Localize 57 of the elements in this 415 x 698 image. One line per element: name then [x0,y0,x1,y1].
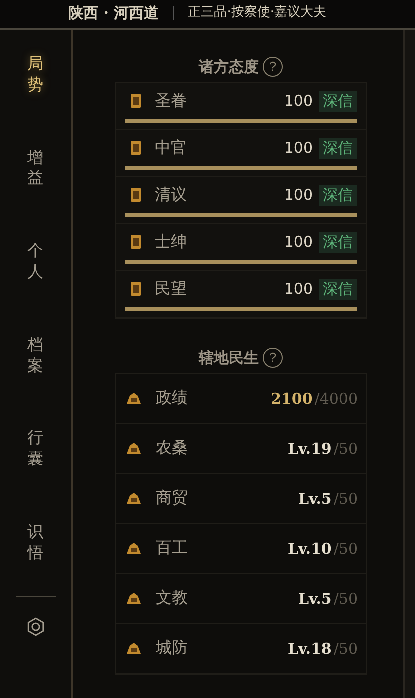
stat-value: Lv.18 [288,640,332,658]
rank-title: 正三品·按察使·嘉议大夫 [188,4,326,22]
emblem-icon [129,93,143,109]
sidebar-tab[interactable]: 识悟 [28,522,44,564]
sidebar-tab[interactable]: 增益 [28,148,44,190]
stat-name: 城防 [156,638,189,659]
attitude-value: 100 [284,233,313,251]
stat-max: /4000 [314,390,358,408]
stat-max: /50 [334,490,358,508]
faction-name: 清议 [155,184,188,206]
stat-max: /50 [334,590,358,608]
section-title: 诸方态度 [199,58,259,76]
stat-value: Lv.5 [298,490,332,508]
sidebar-tab[interactable]: 局势 [28,54,44,96]
emblem-icon [126,592,142,606]
emblem-icon [129,140,143,156]
stat-value: 2100 [271,390,313,408]
emblem-icon [129,281,143,297]
settings-icon[interactable] [26,616,46,637]
emblem-icon [126,642,142,656]
status-badge: 深信 [319,278,357,300]
stat-value: Lv.5 [298,590,332,608]
emblem-icon [126,442,142,456]
section-title: 辖地民生 [199,348,259,368]
attitude-value: 100 [284,280,313,298]
faction-name: 圣眷 [155,90,188,112]
stat-value: Lv.19 [288,440,332,458]
stat-value: Lv.10 [288,540,332,558]
stat-max: /50 [334,440,358,458]
emblem-icon [126,542,142,556]
faction-name: 民望 [155,278,188,300]
help-button[interactable]: ? [263,57,283,77]
status-badge: 深信 [319,232,357,252]
emblem-icon [129,234,143,250]
stat-name: 农桑 [156,438,189,459]
attitude-value: 100 [284,186,313,204]
stat-max: /50 [334,540,358,558]
attitude-value: 100 [284,92,313,110]
attitude-value: 100 [284,139,313,157]
region-title: 陕西 · 河西道 [68,4,160,22]
help-button[interactable]: ? [263,348,283,368]
stat-name: 百工 [156,538,189,559]
emblem-icon [126,392,142,406]
status-badge: 深信 [319,90,357,112]
stat-name: 文教 [156,588,189,609]
sidebar-tab[interactable]: 行囊 [28,428,44,470]
status-badge: 深信 [319,184,357,206]
stat-name: 政绩 [156,388,189,409]
status-badge: 深信 [319,138,357,158]
sidebar-tab[interactable]: 档案 [28,334,44,376]
sidebar-tab[interactable]: 个人 [28,241,44,283]
emblem-icon [129,187,143,203]
faction-name: 中官 [155,138,188,158]
emblem-icon [126,492,142,506]
stat-name: 商贸 [156,488,189,509]
faction-name: 士绅 [155,232,188,252]
stat-max: /50 [334,640,358,658]
